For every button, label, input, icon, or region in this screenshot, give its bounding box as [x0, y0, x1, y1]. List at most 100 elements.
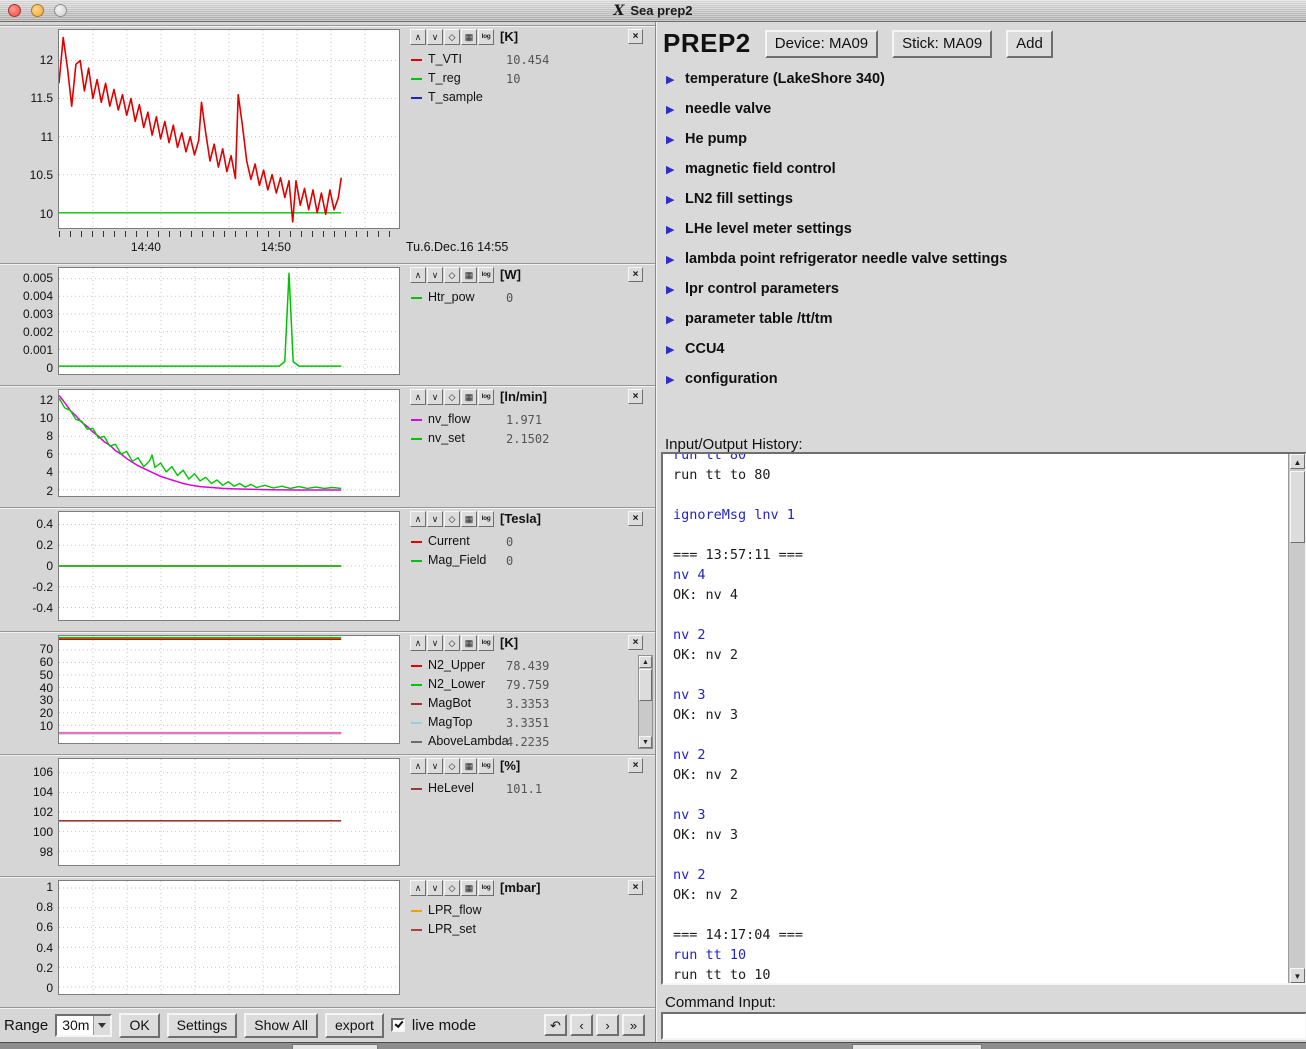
scroll-down-icon[interactable]: ▼: [1290, 968, 1305, 983]
legend-item[interactable]: T_sample: [410, 89, 648, 107]
legend-item[interactable]: nv_flow1.971: [410, 411, 648, 429]
scroll-thumb[interactable]: [639, 669, 652, 701]
export-button[interactable]: export: [325, 1013, 384, 1038]
refresh-button[interactable]: ↶: [544, 1014, 567, 1036]
panel-close-button[interactable]: ×: [628, 29, 643, 44]
add-button[interactable]: Add: [1006, 30, 1053, 58]
legend-scrollbar[interactable]: ▲▼: [638, 655, 653, 749]
legend-item[interactable]: AboveLambda4.2235: [410, 733, 648, 751]
expand-arrow-icon[interactable]: ▶: [666, 343, 674, 356]
legend-scroll-down-button[interactable]: ∨: [427, 29, 443, 45]
legend-item[interactable]: N2_Upper78.439: [410, 657, 648, 675]
legend-log-scale-button[interactable]: log: [478, 635, 494, 651]
tree-item-5[interactable]: ▶LHe level meter settings: [665, 216, 1298, 246]
legend-item[interactable]: MagTop3.3351: [410, 714, 648, 732]
legend-scroll-down-button[interactable]: ∨: [427, 267, 443, 283]
legend-grid-button[interactable]: ▦: [461, 511, 477, 527]
tree-item-4[interactable]: ▶LN2 fill settings: [665, 186, 1298, 216]
legend-item[interactable]: T_reg10: [410, 70, 648, 88]
legend-item[interactable]: Mag_Field0: [410, 552, 648, 570]
tree-item-8[interactable]: ▶parameter table /tt/tm: [665, 306, 1298, 336]
legend-scroll-up-button[interactable]: ∧: [410, 758, 426, 774]
expand-arrow-icon[interactable]: ▶: [666, 103, 674, 116]
scroll-down-icon[interactable]: ▼: [639, 736, 652, 748]
expand-arrow-icon[interactable]: ▶: [666, 313, 674, 326]
legend-scroll-down-button[interactable]: ∨: [427, 511, 443, 527]
legend-item[interactable]: LPR_flow: [410, 902, 648, 920]
history-scrollbar[interactable]: ▲ ▼: [1288, 454, 1305, 983]
expand-arrow-icon[interactable]: ▶: [666, 283, 674, 296]
step-right-button[interactable]: ›: [596, 1014, 619, 1036]
legend-scroll-up-button[interactable]: ∧: [410, 511, 426, 527]
legend-grid-button[interactable]: ▦: [461, 389, 477, 405]
legend-log-scale-button[interactable]: log: [478, 758, 494, 774]
legend-item[interactable]: HeLevel101.1: [410, 780, 648, 798]
panel-close-button[interactable]: ×: [628, 267, 643, 282]
expand-arrow-icon[interactable]: ▶: [666, 133, 674, 146]
legend-scroll-up-button[interactable]: ∧: [410, 880, 426, 896]
plot-area-lpr[interactable]: [58, 880, 400, 995]
tree-item-10[interactable]: ▶configuration: [665, 366, 1298, 396]
legend-log-scale-button[interactable]: log: [478, 880, 494, 896]
expand-arrow-icon[interactable]: ▶: [666, 163, 674, 176]
device-button[interactable]: Device: MA09: [765, 30, 878, 58]
plot-area-needle-valve-flow[interactable]: [58, 389, 400, 497]
live-mode-checkbox[interactable]: [391, 1018, 405, 1032]
tree-item-7[interactable]: ▶lpr control parameters: [665, 276, 1298, 306]
panel-close-button[interactable]: ×: [628, 758, 643, 773]
plot-area-he-level[interactable]: [58, 758, 400, 866]
legend-scroll-up-button[interactable]: ∧: [410, 29, 426, 45]
show-all-button[interactable]: Show All: [244, 1013, 318, 1038]
legend-log-scale-button[interactable]: log: [478, 29, 494, 45]
expand-arrow-icon[interactable]: ▶: [666, 253, 674, 266]
expand-arrow-icon[interactable]: ▶: [666, 223, 674, 236]
io-history[interactable]: run tt 80run tt to 80 ignoreMsg lnv 1 ==…: [661, 452, 1306, 985]
legend-scroll-down-button[interactable]: ∨: [427, 635, 443, 651]
legend-scroll-up-button[interactable]: ∧: [410, 635, 426, 651]
command-input[interactable]: [661, 1012, 1306, 1040]
scroll-up-icon[interactable]: ▲: [1290, 454, 1305, 469]
legend-zoom-button[interactable]: ◇: [444, 635, 460, 651]
legend-zoom-button[interactable]: ◇: [444, 511, 460, 527]
legend-scroll-down-button[interactable]: ∨: [427, 389, 443, 405]
expand-arrow-icon[interactable]: ▶: [666, 73, 674, 86]
legend-item[interactable]: LPR_set: [410, 921, 648, 939]
tree-item-2[interactable]: ▶He pump: [665, 126, 1298, 156]
legend-item[interactable]: Current0: [410, 533, 648, 551]
tree-item-9[interactable]: ▶CCU4: [665, 336, 1298, 366]
tree-item-0[interactable]: ▶temperature (LakeShore 340): [665, 66, 1298, 96]
legend-grid-button[interactable]: ▦: [461, 29, 477, 45]
legend-zoom-button[interactable]: ◇: [444, 389, 460, 405]
panel-close-button[interactable]: ×: [628, 635, 643, 650]
panel-close-button[interactable]: ×: [628, 880, 643, 895]
legend-item[interactable]: nv_set2.1502: [410, 430, 648, 448]
legend-zoom-button[interactable]: ◇: [444, 880, 460, 896]
panel-close-button[interactable]: ×: [628, 389, 643, 404]
plot-area-magnetic-field[interactable]: [58, 511, 400, 621]
legend-log-scale-button[interactable]: log: [478, 389, 494, 405]
expand-arrow-icon[interactable]: ▶: [666, 193, 674, 206]
stick-button[interactable]: Stick: MA09: [892, 30, 992, 58]
jump-end-button[interactable]: »: [622, 1014, 645, 1036]
plot-area-vti-temperature[interactable]: [58, 29, 400, 229]
legend-zoom-button[interactable]: ◇: [444, 758, 460, 774]
settings-button[interactable]: Settings: [167, 1013, 238, 1038]
ok-button[interactable]: OK: [119, 1013, 159, 1038]
legend-item[interactable]: Htr_pow0: [410, 289, 648, 307]
range-dropdown[interactable]: 30m: [55, 1014, 112, 1037]
legend-log-scale-button[interactable]: log: [478, 511, 494, 527]
legend-grid-button[interactable]: ▦: [461, 880, 477, 896]
legend-scroll-down-button[interactable]: ∨: [427, 880, 443, 896]
titlebar[interactable]: XSea prep2: [0, 0, 1306, 22]
legend-grid-button[interactable]: ▦: [461, 267, 477, 283]
scroll-thumb[interactable]: [1290, 471, 1305, 543]
plot-area-cryostat-temperatures[interactable]: [58, 635, 400, 744]
step-left-button[interactable]: ‹: [570, 1014, 593, 1036]
legend-grid-button[interactable]: ▦: [461, 635, 477, 651]
tree-item-3[interactable]: ▶magnetic field control: [665, 156, 1298, 186]
panel-close-button[interactable]: ×: [628, 511, 643, 526]
tree-item-6[interactable]: ▶lambda point refrigerator needle valve …: [665, 246, 1298, 276]
legend-scroll-up-button[interactable]: ∧: [410, 389, 426, 405]
plot-area-heater-power[interactable]: [58, 267, 400, 375]
legend-zoom-button[interactable]: ◇: [444, 267, 460, 283]
